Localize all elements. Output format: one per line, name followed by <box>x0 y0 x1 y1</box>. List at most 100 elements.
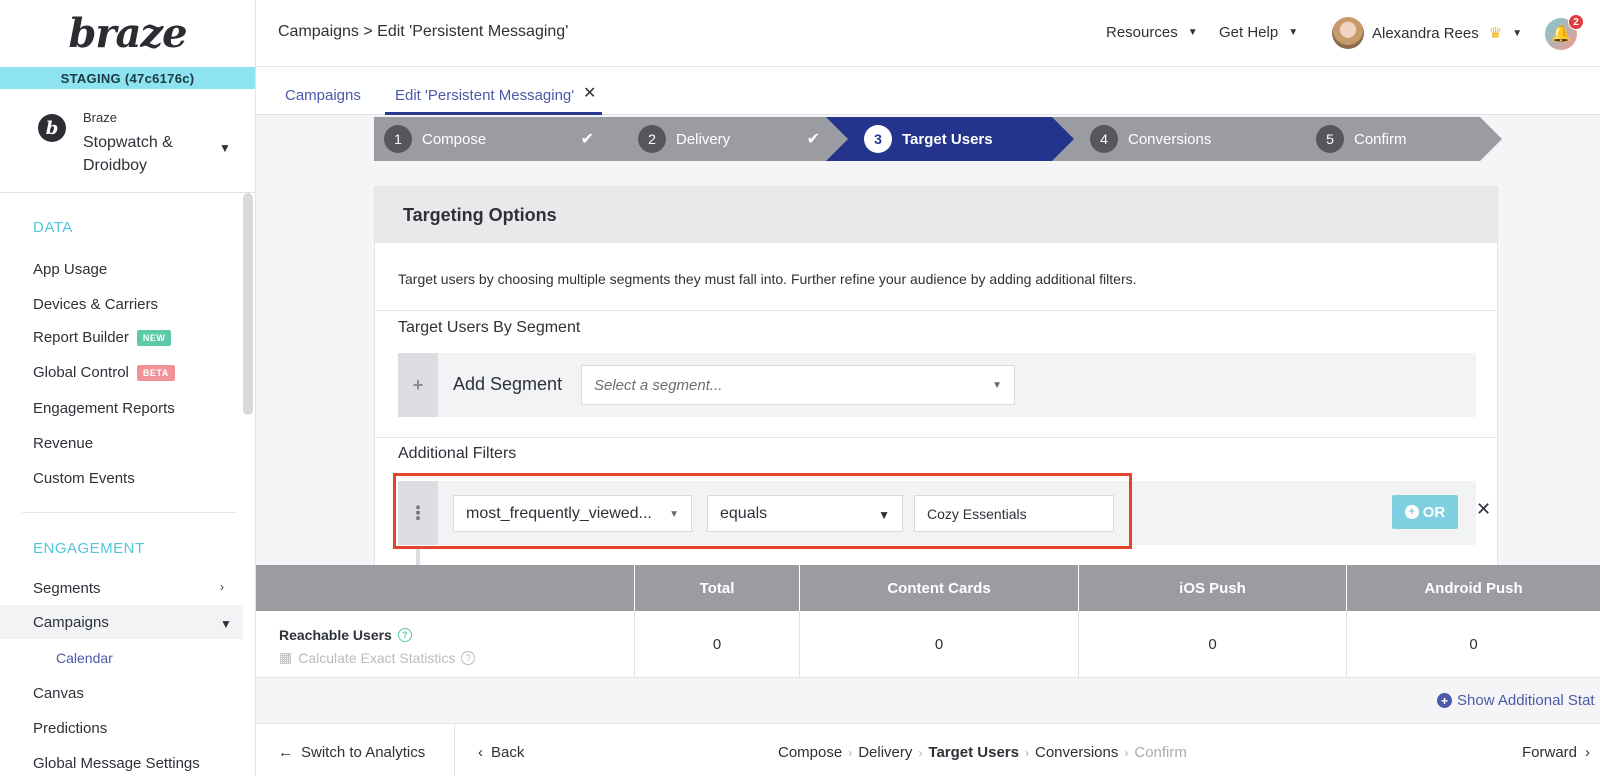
sidebar-item-label: Global Message Settings <box>33 755 200 772</box>
filter-operator-select[interactable]: equals ▼ <box>707 495 903 532</box>
add-segment-label: Add Segment <box>453 374 563 394</box>
step-target-users[interactable]: 3 Target Users <box>826 117 1076 161</box>
filter-attribute-select[interactable]: most_frequently_viewed... ▼ <box>453 495 692 532</box>
stats-col-total: Total <box>634 565 799 611</box>
workspace-switcher[interactable]: b Braze Stopwatch & Droidboy ▼ <box>0 89 255 193</box>
check-icon: ✔ <box>580 131 594 148</box>
braze-logo[interactable]: braze <box>0 0 255 67</box>
sidebar-item-calendar[interactable]: Calendar <box>56 650 113 666</box>
workspace-name: Stopwatch & Droidboy <box>83 134 173 174</box>
sidebar-item-label: Engagement Reports <box>33 400 175 417</box>
back-button[interactable]: ‹ Back <box>478 744 524 761</box>
reachable-users-stats: Total Content Cards iOS Push Android Pus… <box>256 565 1600 678</box>
sidebar-item-engagement-reports[interactable]: Engagement Reports <box>33 400 175 417</box>
plus-icon[interactable]: + <box>398 353 438 417</box>
help-icon[interactable]: ? <box>461 650 476 665</box>
filters-section-title: Additional Filters <box>398 445 517 462</box>
filter-value-input[interactable] <box>914 495 1114 532</box>
footer-crumb-target-users[interactable]: Target Users <box>928 744 1019 761</box>
check-icon: ✔ <box>806 131 820 148</box>
sidebar-item-canvas[interactable]: Canvas <box>33 685 84 702</box>
resources-menu[interactable]: Resources ▼ <box>1106 24 1198 41</box>
sidebar-item-report-builder[interactable]: Report Builder NEW <box>33 329 172 346</box>
stats-value-content-cards: 0 <box>799 611 1078 678</box>
plus-circle-icon: + <box>1404 505 1419 519</box>
chevron-right-icon: › <box>1024 745 1029 760</box>
footer-crumb-conversions[interactable]: Conversions <box>1035 744 1118 761</box>
sidebar-item-devices-carriers[interactable]: Devices & Carriers <box>33 296 158 313</box>
chevron-right-icon[interactable]: › <box>220 580 224 594</box>
card-description: Target users by choosing multiple segmen… <box>398 271 1137 287</box>
chevron-right-icon: › <box>918 745 923 760</box>
remove-filter-icon[interactable]: ✕ <box>1476 499 1491 520</box>
sidebar-item-revenue[interactable]: Revenue <box>33 435 93 452</box>
chevron-down-icon[interactable]: ▼ <box>219 141 231 155</box>
step-number: 2 <box>638 125 666 153</box>
sidebar-item-predictions[interactable]: Predictions <box>33 720 107 737</box>
beta-badge: BETA <box>136 364 175 381</box>
chevron-down-icon: ▼ <box>1187 27 1198 38</box>
footer-breadcrumb: Compose › Delivery › Target Users › Convers… <box>778 744 1187 761</box>
sidebar-item-label: Report Builder <box>33 329 129 346</box>
sidebar-item-segments[interactable]: Segments <box>33 580 101 597</box>
tab-edit-campaign[interactable]: Edit 'Persistent Messaging' <box>395 87 574 104</box>
calculate-exact-text: Calculate Exact Statistics <box>298 649 456 666</box>
top-bar: Campaigns > Edit 'Persistent Messaging' … <box>256 0 1600 67</box>
sidebar-item-label: App Usage <box>33 261 108 278</box>
sidebar-item-label: Predictions <box>33 720 108 737</box>
workspace-logo-icon: b <box>38 114 66 142</box>
workspace-company: Braze <box>83 110 117 125</box>
sidebar-scrollbar[interactable] <box>243 193 253 415</box>
nav-section-engagement: ENGAGEMENT <box>33 540 145 557</box>
step-number: 5 <box>1316 125 1344 153</box>
sidebar-item-campaigns[interactable]: Campaigns <box>33 614 109 631</box>
reachable-users-text: Reachable Users <box>279 627 392 643</box>
sidebar-item-custom-events[interactable]: Custom Events <box>33 470 135 487</box>
segment-placeholder: Select a segment... <box>594 376 723 394</box>
chevron-down-icon[interactable]: ▼ <box>220 617 232 631</box>
footer-crumb-delivery[interactable]: Delivery <box>858 744 912 761</box>
calculator-icon: ▦ <box>279 649 293 665</box>
step-delivery[interactable]: 2 Delivery ✔ <box>600 117 850 161</box>
or-label: OR <box>1422 503 1446 521</box>
step-confirm[interactable]: 5 Confirm <box>1278 117 1502 161</box>
help-icon[interactable]: ? <box>397 628 412 642</box>
stats-col-android-push: Android Push <box>1346 565 1600 611</box>
step-conversions[interactable]: 4 Conversions <box>1052 117 1302 161</box>
resources-label: Resources <box>1106 24 1178 41</box>
show-additional-stats-link[interactable]: + Show Additional Stat <box>1437 692 1595 709</box>
segment-section-title: Target Users By Segment <box>398 319 581 336</box>
calculate-exact-stats-link[interactable]: ▦ Calculate Exact Statistics? <box>279 649 476 666</box>
footer-crumb-confirm[interactable]: Confirm <box>1134 744 1187 761</box>
sidebar-item-label: Revenue <box>33 435 94 452</box>
stats-value-ios-push: 0 <box>1078 611 1346 678</box>
tab-campaigns[interactable]: Campaigns <box>285 87 361 104</box>
sub-tabs: Campaigns Edit 'Persistent Messaging' ✕ <box>256 67 1600 115</box>
avatar[interactable] <box>1332 17 1364 49</box>
arrow-left-icon: ← <box>278 744 293 761</box>
sidebar-item-global-control[interactable]: Global Control BETA <box>33 364 175 381</box>
sidebar-item-global-message-settings[interactable]: Global Message Settings <box>33 755 200 772</box>
or-button[interactable]: + OR <box>1392 495 1458 529</box>
get-help-menu[interactable]: Get Help ▼ <box>1219 24 1298 41</box>
footer-crumb-compose[interactable]: Compose <box>778 744 842 761</box>
drag-handle-icon[interactable]: ⋮ <box>398 481 438 545</box>
step-label: Confirm <box>1354 130 1407 148</box>
staging-banner: STAGING (47c6176c) <box>0 67 255 89</box>
switch-analytics-button[interactable]: ← Switch to Analytics <box>278 744 425 761</box>
caret-down-icon: ▼ <box>878 508 890 522</box>
step-compose[interactable]: 1 Compose ✔ <box>374 117 624 161</box>
sidebar: braze STAGING (47c6176c) b Braze Stopwat… <box>0 0 256 776</box>
user-menu[interactable]: Alexandra Rees ♛ ▼ <box>1372 24 1522 43</box>
stats-col-content-cards: Content Cards <box>799 565 1078 611</box>
card-title: Targeting Options <box>375 187 1497 243</box>
notification-badge: 2 <box>1568 14 1584 30</box>
close-icon[interactable]: ✕ <box>583 83 596 103</box>
user-name: Alexandra Rees <box>1372 24 1479 42</box>
segment-select[interactable]: Select a segment... ▼ <box>581 365 1015 405</box>
new-badge: NEW <box>136 329 172 346</box>
show-additional-text: Show Additional Stat <box>1457 692 1595 709</box>
sidebar-item-app-usage[interactable]: App Usage <box>33 261 107 278</box>
forward-button[interactable]: Forward › <box>1522 744 1590 761</box>
switch-analytics-label: Switch to Analytics <box>301 744 426 761</box>
